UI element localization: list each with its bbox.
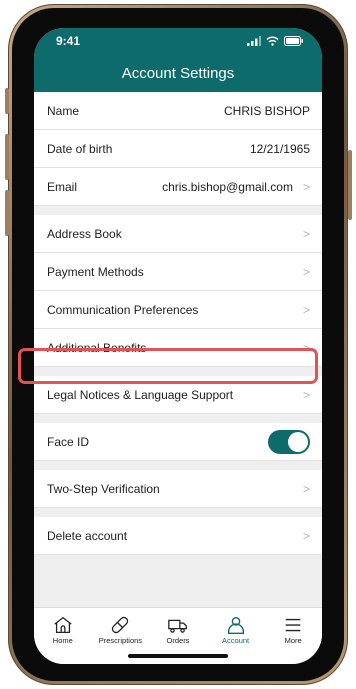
email-label: Email <box>47 179 78 194</box>
page-title: Account Settings <box>34 54 322 92</box>
chevron-right-icon: > <box>302 387 310 402</box>
home-icon <box>54 616 72 633</box>
communication-preferences-label: Communication Preferences <box>47 302 199 317</box>
face-id-row: Face ID <box>34 423 322 461</box>
face-id-toggle[interactable] <box>268 429 310 454</box>
payment-methods-item[interactable]: Payment Methods > <box>34 253 322 291</box>
name-value: CHRIS BISHOP <box>223 103 310 118</box>
delete-account-label: Delete account <box>47 528 128 543</box>
tab-more[interactable]: More <box>264 608 322 664</box>
name-row: Name CHRIS BISHOP <box>34 92 322 130</box>
chevron-right-icon: > <box>302 481 310 496</box>
tab-label: Orders <box>166 636 190 645</box>
menu-icon <box>285 618 301 632</box>
side-button <box>5 190 9 236</box>
legal-notices-label: Legal Notices & Language Support <box>47 387 234 402</box>
screen: 9:41 Account Settings Name CHRIS BISHOP … <box>34 28 322 664</box>
chevron-right-icon: > <box>302 226 310 241</box>
delete-account-item[interactable]: Delete account > <box>34 517 322 555</box>
payment-methods-label: Payment Methods <box>47 264 144 279</box>
chevron-right-icon: > <box>302 264 310 279</box>
chevron-right-icon: > <box>302 179 310 194</box>
tab-label: Account <box>222 636 250 645</box>
email-value: chris.bishop@gmail.com <box>162 179 293 194</box>
pill-icon <box>112 616 129 634</box>
tab-label: Prescriptions <box>98 636 143 645</box>
section-gap <box>34 206 322 215</box>
name-label: Name <box>47 103 80 118</box>
side-button <box>5 88 9 114</box>
status-bar: 9:41 <box>34 28 322 54</box>
section-gap <box>34 508 322 517</box>
highlight-box <box>18 348 318 384</box>
toggle-knob <box>288 431 308 452</box>
chevron-right-icon: > <box>302 302 310 317</box>
two-step-item[interactable]: Two-Step Verification > <box>34 470 322 508</box>
dob-row: Date of birth 12/21/1965 <box>34 130 322 168</box>
status-time: 9:41 <box>56 34 81 48</box>
face-id-label: Face ID <box>47 434 90 449</box>
address-book-label: Address Book <box>47 226 122 241</box>
signal-icon <box>247 36 261 46</box>
tab-label: Home <box>52 636 73 645</box>
person-icon <box>227 616 244 634</box>
dob-label: Date of birth <box>47 141 113 156</box>
section-gap <box>34 414 322 423</box>
address-book-item[interactable]: Address Book > <box>34 215 322 253</box>
status-icons <box>247 36 304 46</box>
communication-preferences-item[interactable]: Communication Preferences > <box>34 291 322 329</box>
email-row[interactable]: Email chris.bishop@gmail.com > <box>34 168 322 206</box>
truck-icon <box>168 619 187 633</box>
home-indicator <box>128 654 228 658</box>
dob-value: 12/21/1965 <box>249 141 310 156</box>
side-button <box>348 150 352 220</box>
wifi-icon <box>266 36 279 46</box>
tab-home[interactable]: Home <box>34 608 92 664</box>
side-button <box>5 134 9 180</box>
section-gap <box>34 461 322 470</box>
chevron-right-icon: > <box>302 528 310 543</box>
battery-icon <box>284 36 303 46</box>
tab-label: More <box>284 636 302 645</box>
two-step-label: Two-Step Verification <box>47 481 160 496</box>
